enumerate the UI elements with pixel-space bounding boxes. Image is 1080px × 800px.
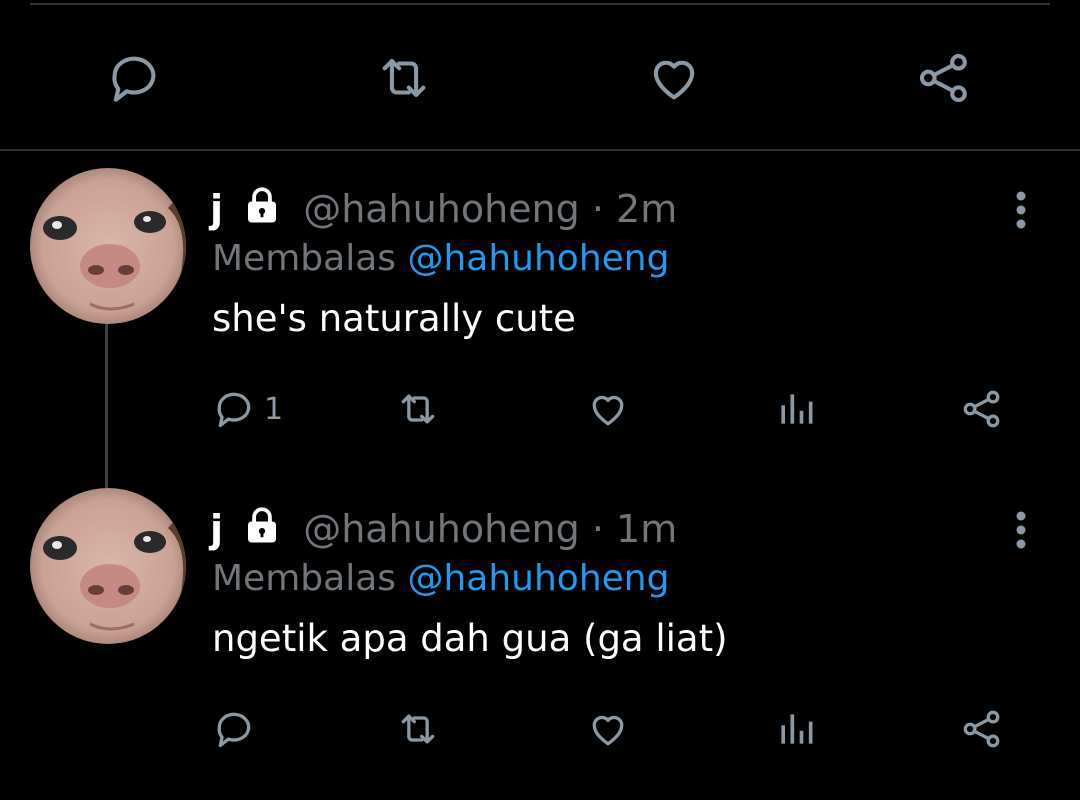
tweet-header: j @hahuhoheng · 1m: [210, 504, 677, 557]
lock-icon: [241, 184, 283, 237]
reply-icon: [217, 712, 251, 748]
more-options-icon[interactable]: [1006, 510, 1036, 550]
replying-to: Membalas @hahuhoheng: [212, 234, 669, 284]
share-icon: [963, 710, 1000, 748]
retweet-icon: [401, 714, 435, 744]
replying-to-label: Membalas: [212, 558, 397, 599]
display-name[interactable]: j: [210, 507, 223, 551]
section-divider: [0, 149, 1080, 151]
replying-to-label: Membalas: [212, 238, 397, 279]
share-icon: [963, 390, 1000, 428]
display-name[interactable]: j: [210, 187, 223, 231]
reply-icon[interactable]: [102, 46, 166, 110]
analytics-icon: [781, 714, 813, 744]
like-button[interactable]: [586, 384, 630, 434]
top-divider: [30, 3, 1050, 5]
separator-dot: ·: [591, 187, 604, 231]
retweet-button[interactable]: [396, 384, 440, 434]
lock-icon: [241, 504, 283, 557]
share-icon[interactable]: [912, 46, 976, 110]
tweet-text: ngetik apa dah gua (ga liat): [212, 617, 728, 660]
timestamp[interactable]: 1m: [616, 507, 677, 551]
retweet-icon[interactable]: [372, 46, 436, 110]
like-icon: [592, 395, 624, 426]
reply-button[interactable]: 1: [212, 384, 283, 434]
separator-dot: ·: [591, 507, 604, 551]
analytics-icon: [781, 394, 813, 424]
replying-to-link[interactable]: @hahuhoheng: [407, 238, 669, 279]
parent-tweet-actions: [0, 26, 1080, 126]
like-icon: [592, 715, 624, 746]
avatar[interactable]: [30, 488, 186, 644]
reply-count: 1: [264, 391, 284, 427]
analytics-button[interactable]: [774, 704, 818, 754]
tweet-actions: [212, 704, 1052, 754]
user-handle[interactable]: @hahuhoheng: [303, 507, 580, 551]
timestamp[interactable]: 2m: [616, 187, 677, 231]
user-handle[interactable]: @hahuhoheng: [303, 187, 580, 231]
like-button[interactable]: [586, 704, 630, 754]
tweet: j @hahuhoheng · 1m Membalas @hahuhoheng …: [0, 480, 1080, 800]
share-button[interactable]: [960, 384, 1004, 434]
avatar[interactable]: [30, 168, 186, 324]
replying-to: Membalas @hahuhoheng: [212, 554, 669, 604]
retweet-button[interactable]: [396, 704, 440, 754]
more-options-icon[interactable]: [1006, 190, 1036, 230]
tweet: j @hahuhoheng · 2m Membalas @hahuhoheng …: [0, 160, 1080, 480]
like-icon[interactable]: [642, 46, 706, 110]
reply-button[interactable]: [212, 704, 264, 754]
share-button[interactable]: [960, 704, 1004, 754]
tweet-actions: 1: [212, 384, 1052, 434]
tweet-text: she's naturally cute: [212, 297, 576, 340]
tweet-header: j @hahuhoheng · 2m: [210, 184, 677, 237]
reply-icon: [217, 392, 251, 428]
retweet-icon: [401, 394, 435, 424]
analytics-button[interactable]: [774, 384, 818, 434]
replying-to-link[interactable]: @hahuhoheng: [407, 558, 669, 599]
